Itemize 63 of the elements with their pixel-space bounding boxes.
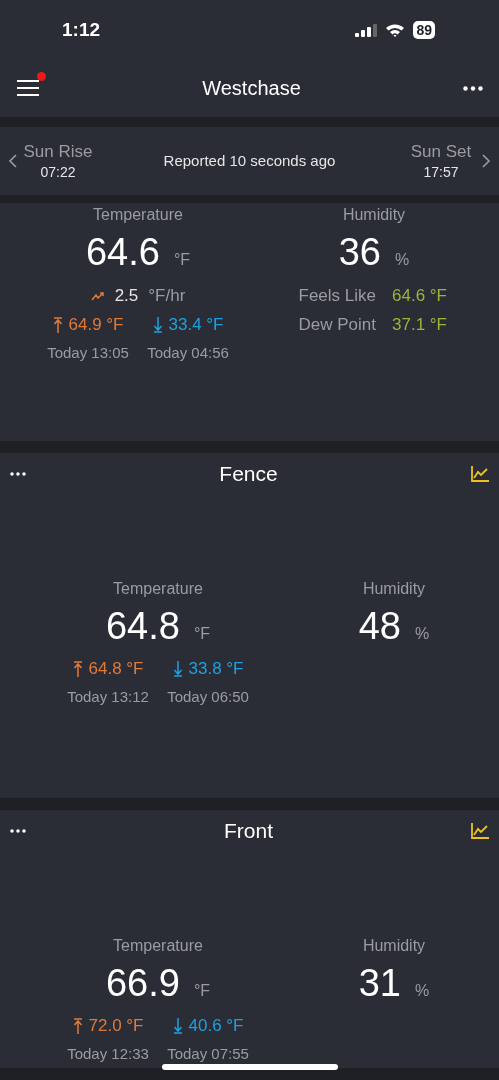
arrow-down-icon <box>172 661 183 677</box>
temperature-label: Temperature <box>113 936 203 956</box>
high-time: Today 12:33 <box>67 1044 149 1064</box>
arrow-down-icon <box>172 1018 183 1034</box>
high-temperature: 64.8 °F <box>88 659 144 679</box>
high-time: Today 13:12 <box>67 687 149 707</box>
unit-label: °F <box>173 251 191 269</box>
temperature-value: 64.8 <box>105 605 180 648</box>
more-icon[interactable] <box>463 85 483 91</box>
signal-icon <box>355 22 378 37</box>
high-time: Today 13:05 <box>47 343 129 363</box>
detail-label: Feels Like <box>297 285 376 306</box>
detail-value: 64.6 °F <box>392 285 448 306</box>
unit-label: % <box>415 625 430 643</box>
arrow-down-icon <box>152 317 163 333</box>
detail-label: Dew Point <box>297 314 376 335</box>
low-time: Today 07:55 <box>167 1044 249 1064</box>
trend-unit: °F/hr <box>148 286 186 306</box>
arrow-up-icon <box>72 1018 83 1034</box>
humidity-value: 31 <box>358 962 401 1005</box>
temperature-label: Temperature <box>113 579 203 599</box>
unit-label: °F <box>193 982 211 1000</box>
wifi-icon <box>385 22 406 37</box>
chevron-left-icon[interactable] <box>8 152 18 169</box>
unit-label: °F <box>193 625 211 643</box>
station-title: Westchase <box>202 76 301 100</box>
high-temperature: 72.0 °F <box>88 1016 144 1036</box>
sunrise-label: Sun Rise <box>23 141 93 162</box>
sunset-label: Sun Set <box>410 141 472 162</box>
humidity-value: 48 <box>358 605 401 648</box>
more-icon[interactable] <box>10 829 26 833</box>
low-temperature: 33.4 °F <box>168 315 224 335</box>
arrow-up-icon <box>72 661 83 677</box>
low-time: Today 04:56 <box>147 343 229 363</box>
humidity-label: Humidity <box>342 205 406 225</box>
temperature-value: 64.6 <box>85 231 160 274</box>
menu-icon[interactable] <box>16 78 40 99</box>
unit-label: % <box>415 982 430 1000</box>
trend-value: 2.5 <box>114 286 139 306</box>
sensor-title: Front <box>224 819 273 843</box>
chart-icon[interactable] <box>471 466 489 482</box>
temperature-label: Temperature <box>93 205 183 225</box>
low-temperature: 40.6 °F <box>188 1016 244 1036</box>
humidity-label: Humidity <box>362 936 426 956</box>
more-icon[interactable] <box>10 472 26 476</box>
high-temperature: 64.9 °F <box>68 315 124 335</box>
clock: 1:12 <box>62 18 101 41</box>
humidity-value: 36 <box>338 231 381 274</box>
low-time: Today 06:50 <box>167 687 249 707</box>
humidity-label: Humidity <box>362 579 426 599</box>
detail-value: 37.1 °F <box>392 314 448 335</box>
chart-icon[interactable] <box>471 823 489 839</box>
temperature-value: 66.9 <box>105 962 180 1005</box>
arrow-up-icon <box>52 317 63 333</box>
sunset-time: 17:57 <box>423 163 459 180</box>
chevron-right-icon[interactable] <box>481 152 491 169</box>
trend-up-icon <box>90 291 105 301</box>
sensor-title: Fence <box>219 462 278 486</box>
battery-icon: 89 <box>413 20 435 39</box>
reported-text: Reported 10 seconds ago <box>162 152 337 170</box>
unit-label: % <box>395 251 410 269</box>
sunrise-time: 07:22 <box>40 163 76 180</box>
low-temperature: 33.8 °F <box>188 659 244 679</box>
